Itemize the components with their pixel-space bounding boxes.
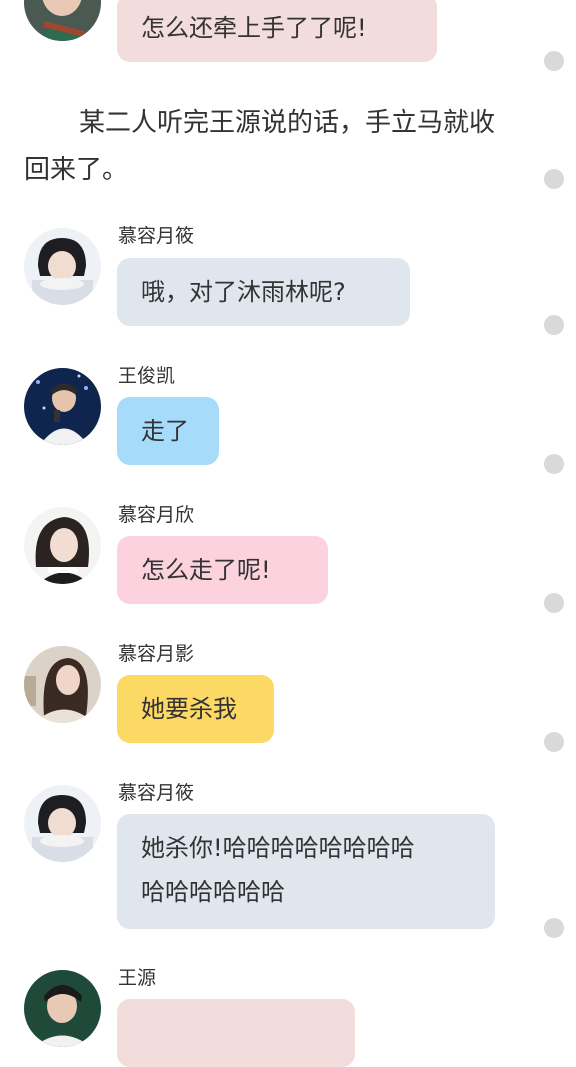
speaker-name: 王源 [118, 967, 157, 989]
avatar-murong-yuexin[interactable] [24, 507, 101, 584]
read-indicator-dot [544, 454, 564, 474]
avatar-murong-yueying[interactable] [24, 646, 101, 723]
message-bubble[interactable]: 怎么走了呢! [117, 536, 328, 604]
message-text-line-2: 哈哈哈哈哈哈 [141, 878, 285, 906]
narration-line-2: 回来了。 [24, 155, 129, 185]
message-text-line-1: 她杀你!哈哈哈哈哈哈哈哈 [141, 834, 415, 862]
narration-line-1: 某二人听完王源说的话，手立马就收 [79, 108, 496, 138]
message-text: 怎么走了呢! [141, 556, 271, 584]
read-indicator-dot [544, 169, 564, 189]
message-text: 走了 [141, 417, 189, 445]
read-indicator-dot [544, 315, 564, 335]
read-indicator-dot [544, 918, 564, 938]
speaker-name: 慕容月筱 [118, 225, 195, 247]
avatar-wang-junkai[interactable] [24, 368, 101, 445]
message-bubble[interactable]: 走了 [117, 397, 219, 465]
read-indicator-dot [544, 732, 564, 752]
message-bubble[interactable]: 哦，对了沐雨林呢? [117, 258, 410, 326]
avatar-murong-yuexiao[interactable] [24, 228, 101, 305]
message-bubble[interactable] [117, 999, 355, 1067]
speaker-name: 慕容月欣 [118, 504, 195, 526]
read-indicator-dot [544, 51, 564, 71]
message-text: 哦，对了沐雨林呢? [141, 278, 346, 306]
speaker-name: 慕容月筱 [118, 782, 195, 804]
message-text: 她要杀我 [141, 695, 237, 723]
avatar-murong-yuexiao[interactable] [24, 785, 101, 862]
read-indicator-dot [544, 593, 564, 613]
avatar-wang-yuan[interactable] [24, 0, 101, 41]
message-bubble[interactable]: 怎么还牵上手了了呢! [117, 0, 437, 62]
speaker-name: 慕容月影 [118, 643, 195, 665]
message-text: 怎么还牵上手了了呢! [141, 14, 367, 42]
speaker-name: 王俊凯 [118, 365, 176, 387]
narration-text: 某二人听完王源说的话，手立马就收 回来了。 [24, 100, 529, 194]
avatar-wang-yuan[interactable] [24, 970, 101, 1047]
message-bubble[interactable]: 她杀你!哈哈哈哈哈哈哈哈 哈哈哈哈哈哈 [117, 814, 495, 929]
message-bubble[interactable]: 她要杀我 [117, 675, 274, 743]
